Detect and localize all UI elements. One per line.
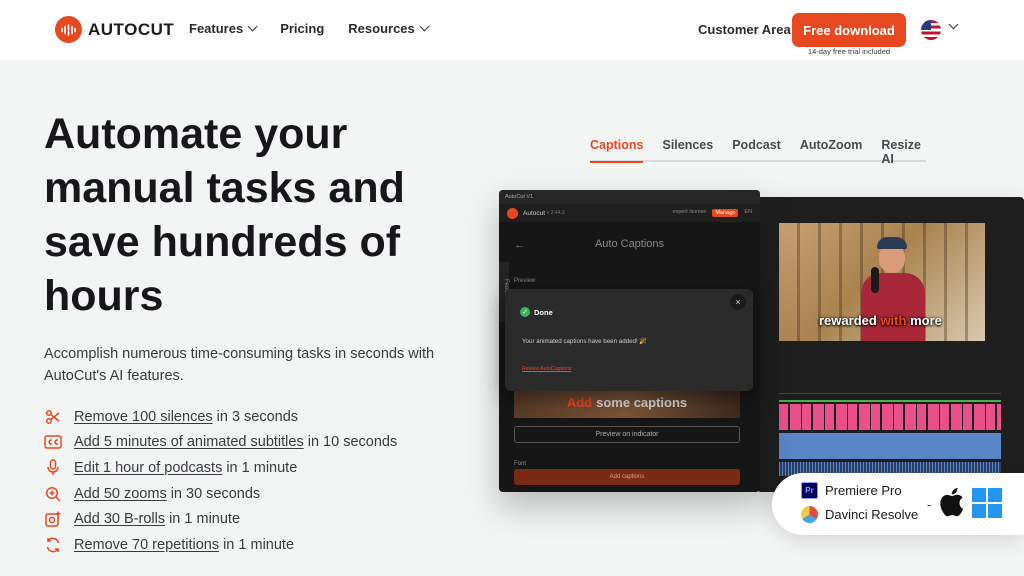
tab-resize-ai[interactable]: Resize AI xyxy=(881,136,921,166)
tab-podcast[interactable]: Podcast xyxy=(732,136,781,160)
apple-icon xyxy=(938,487,964,522)
video-person-cap xyxy=(877,237,907,249)
preview-on-indicator-button[interactable]: Preview on indicator xyxy=(514,426,740,443)
dialog-title: Done xyxy=(534,308,553,317)
timeline-video-track xyxy=(779,404,1001,430)
feature-item: Add 30 B-rolls in 1 minute xyxy=(44,506,397,532)
feature-text: in 1 minute xyxy=(223,536,295,553)
caption-word: rewarded xyxy=(819,313,877,328)
feature-link[interactable]: Add 30 B-rolls xyxy=(74,511,165,527)
panel-app-name: Autocut xyxy=(523,209,546,217)
panel-topbar: Autocut v 2.44.3 expert license Manage E… xyxy=(499,204,760,222)
windows-icon xyxy=(972,488,1002,518)
video-preview: rewarded with more xyxy=(779,223,985,341)
nav-features-label: Features xyxy=(189,21,244,36)
video-caption: rewarded with more xyxy=(819,313,942,328)
tab-captions[interactable]: Captions xyxy=(590,136,644,163)
zoom-in-icon xyxy=(44,485,62,503)
check-circle-icon: ✓ xyxy=(520,307,530,317)
tab-silences[interactable]: Silences xyxy=(662,136,713,160)
thumb-caption-text: some captions xyxy=(596,394,688,410)
compat-premiere: Pr Premiere Pro xyxy=(801,482,902,499)
windows-pane xyxy=(972,504,986,518)
nav-features[interactable]: Features xyxy=(189,21,258,36)
compat-davinci: Davinci Resolve xyxy=(801,506,918,523)
language-chevron-down-icon[interactable] xyxy=(948,19,959,30)
brand-logo[interactable]: AUTOCUT xyxy=(55,16,174,43)
brand-name: AUTOCUT xyxy=(88,19,175,39)
autocut-logo-icon xyxy=(55,16,82,43)
license-label: expert license xyxy=(672,209,707,215)
add-captions-button[interactable]: Add captions xyxy=(514,469,740,485)
dialog-message: Your animated captions have been added! … xyxy=(522,338,648,345)
free-download-button[interactable]: Free download xyxy=(792,13,906,47)
cc-icon xyxy=(44,433,62,451)
font-label: Font xyxy=(514,461,527,467)
main-nav: Features Pricing Resources xyxy=(189,21,430,36)
scissors-icon xyxy=(44,408,62,426)
caption-highlight: with xyxy=(880,313,907,328)
nav-pricing[interactable]: Pricing xyxy=(280,21,324,36)
microphone-icon xyxy=(44,459,62,477)
preview-label: Preview xyxy=(514,278,536,284)
language-select[interactable]: EN xyxy=(744,209,752,217)
customer-area-link[interactable]: Customer Area xyxy=(698,22,791,37)
timeline-marker-track xyxy=(779,400,1001,402)
tab-autozoom[interactable]: AutoZoom xyxy=(800,136,862,160)
compatibility-badge: Pr Premiere Pro Davinci Resolve - xyxy=(772,473,1024,535)
feature-link[interactable]: Add 50 zooms xyxy=(74,486,167,502)
feature-link[interactable]: Edit 1 hour of podcasts xyxy=(74,460,222,476)
davinci-resolve-icon xyxy=(801,506,818,523)
manage-button[interactable]: Manage xyxy=(712,209,739,217)
feature-text: in 1 minute xyxy=(169,511,241,528)
panel-title: Auto Captions xyxy=(594,238,665,250)
compat-separator: - xyxy=(927,497,932,512)
feature-text: in 3 seconds xyxy=(216,408,299,425)
windows-pane xyxy=(972,488,986,502)
compat-app-label: Premiere Pro xyxy=(825,483,902,498)
feature-list: Remove 100 silences in 3 seconds Add 5 m… xyxy=(44,404,397,558)
windows-pane xyxy=(988,504,1002,518)
panel-topbar-right: expert license Manage EN xyxy=(673,209,752,217)
thumb-caption-highlight: Add xyxy=(566,394,593,410)
site-header: AUTOCUT Features Pricing Resources Custo… xyxy=(0,0,1024,60)
feature-item: Remove 100 silences in 3 seconds xyxy=(44,404,397,430)
feature-text: in 30 seconds xyxy=(170,485,261,502)
compat-app-label: Davinci Resolve xyxy=(825,507,919,522)
nav-resources-label: Resources xyxy=(348,21,415,36)
hero-title: Automate your manual tasks and save hund… xyxy=(44,110,405,320)
feature-item: Add 50 zooms in 30 seconds xyxy=(44,481,397,507)
feature-link[interactable]: Add 5 minutes of animated subtitles xyxy=(74,434,304,450)
feature-text: in 10 seconds xyxy=(307,434,398,451)
premiere-pro-icon: Pr xyxy=(801,482,818,499)
chevron-down-icon xyxy=(247,21,258,32)
windows-pane xyxy=(988,488,1002,502)
panel-window-title: AutoCut V1 xyxy=(499,190,760,204)
feature-text: in 1 minute xyxy=(226,459,298,476)
caption-word: more xyxy=(910,313,942,328)
free-trial-note: 14-day free trial included xyxy=(807,47,891,56)
timeline-audio-track xyxy=(779,433,1001,459)
nav-resources[interactable]: Resources xyxy=(348,21,430,36)
us-flag-icon[interactable] xyxy=(921,20,941,40)
feature-item: Add 5 minutes of animated subtitles in 1… xyxy=(44,430,397,456)
timeline-ruler xyxy=(779,386,1001,394)
close-icon[interactable]: × xyxy=(730,294,746,310)
panel-version: v 2.44.3 xyxy=(546,210,565,216)
hero-subtitle: Accomplish numerous time-consuming tasks… xyxy=(44,346,435,384)
repeat-icon xyxy=(44,536,62,554)
nav-pricing-label: Pricing xyxy=(280,21,325,36)
feature-link[interactable]: Remove 100 silences xyxy=(74,409,213,425)
feature-item: Edit 1 hour of podcasts in 1 minute xyxy=(44,455,397,481)
chevron-down-icon xyxy=(419,21,430,32)
product-tabs: Captions Silences Podcast AutoZoom Resiz… xyxy=(590,136,926,166)
editor-timeline xyxy=(779,386,1001,476)
feature-item: Remove 70 repetitions in 1 minute xyxy=(44,532,397,558)
add-image-icon xyxy=(44,510,62,528)
review-autocaptions-link[interactable]: Review AutoCaptions xyxy=(522,366,571,372)
success-dialog: ✓ Done × Your animated captions have bee… xyxy=(505,289,753,391)
microphone-prop xyxy=(871,267,879,293)
feature-link[interactable]: Remove 70 repetitions xyxy=(74,537,219,553)
autocut-logo-icon xyxy=(507,207,518,219)
